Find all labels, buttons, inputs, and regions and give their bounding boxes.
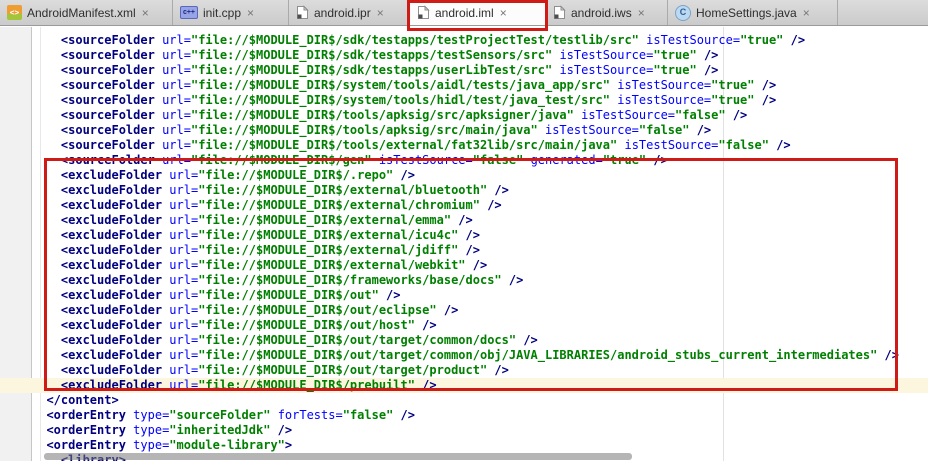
code-line[interactable]: <excludeFolder url="file://$MODULE_DIR$/… [0, 303, 928, 318]
code-line[interactable]: <sourceFolder url="file://$MODULE_DIR$/s… [0, 78, 928, 93]
tab-init-cpp[interactable]: c++ init.cpp × [173, 0, 289, 25]
code-line[interactable]: <sourceFolder url="file://$MODULE_DIR$/s… [0, 63, 928, 78]
tab-label: HomeSettings.java [696, 6, 797, 20]
tab-close-icon[interactable]: × [377, 7, 384, 19]
idea-file-icon [417, 5, 430, 20]
tab-close-icon[interactable]: × [142, 7, 149, 19]
code-line[interactable]: </content> [0, 393, 928, 408]
code-line[interactable]: <orderEntry type="inheritedJdk" /> [0, 423, 928, 438]
code-line[interactable]: <orderEntry type="module-library"> [0, 438, 928, 453]
code-line[interactable]: <sourceFolder url="file://$MODULE_DIR$/s… [0, 33, 928, 48]
editor-pane[interactable]: <sourceFolder url="file://$MODULE_DIR$/s… [0, 27, 928, 461]
android-manifest-icon: <> [7, 5, 22, 20]
code-line[interactable]: <excludeFolder url="file://$MODULE_DIR$/… [0, 243, 928, 258]
horizontal-scrollbar[interactable] [44, 453, 632, 460]
tab-close-icon[interactable]: × [638, 7, 645, 19]
code-line[interactable]: <excludeFolder url="file://$MODULE_DIR$/… [0, 258, 928, 273]
code-line[interactable]: <excludeFolder url="file://$MODULE_DIR$/… [0, 228, 928, 243]
tab-android-iml[interactable]: android.iml × [410, 0, 546, 25]
code-line[interactable]: <sourceFolder url="file://$MODULE_DIR$/s… [0, 93, 928, 108]
code-line[interactable]: <excludeFolder url="file://$MODULE_DIR$/… [0, 273, 928, 288]
tab-android-ipr[interactable]: android.ipr × [289, 0, 410, 25]
code-area[interactable]: <sourceFolder url="file://$MODULE_DIR$/s… [0, 27, 928, 461]
code-line[interactable]: <sourceFolder url="file://$MODULE_DIR$/s… [0, 48, 928, 63]
tab-label: android.ipr [314, 6, 371, 20]
code-line[interactable]: <sourceFolder url="file://$MODULE_DIR$/t… [0, 138, 928, 153]
code-line[interactable]: <excludeFolder url="file://$MODULE_DIR$/… [0, 363, 928, 378]
code-line[interactable]: <sourceFolder url="file://$MODULE_DIR$/t… [0, 108, 928, 123]
tab-androidmanifest-xml[interactable]: <> AndroidManifest.xml × [0, 0, 173, 25]
tab-close-icon[interactable]: × [247, 7, 254, 19]
editor-tab-bar: <>AndroidManifest.xml×c++init.cpp×androi… [0, 0, 928, 26]
code-line[interactable]: <orderEntry type="sourceFolder" forTests… [0, 408, 928, 423]
code-line[interactable]: <excludeFolder url="file://$MODULE_DIR$/… [0, 213, 928, 228]
ide-window: <>AndroidManifest.xml×c++init.cpp×androi… [0, 0, 928, 461]
code-line[interactable]: <sourceFolder url="file://$MODULE_DIR$/t… [0, 123, 928, 138]
code-line[interactable]: <sourceFolder url="file://$MODULE_DIR$/g… [0, 153, 928, 168]
tab-close-icon[interactable]: × [803, 7, 810, 19]
code-line[interactable]: <excludeFolder url="file://$MODULE_DIR$/… [0, 183, 928, 198]
idea-file-icon [553, 5, 566, 20]
code-line[interactable]: <excludeFolder url="file://$MODULE_DIR$/… [0, 168, 928, 183]
code-line[interactable]: <excludeFolder url="file://$MODULE_DIR$/… [0, 318, 928, 333]
code-line[interactable]: <excludeFolder url="file://$MODULE_DIR$/… [0, 348, 928, 363]
tab-homesettings-java[interactable]: C HomeSettings.java × [668, 0, 838, 25]
code-line[interactable]: <excludeFolder url="file://$MODULE_DIR$/… [0, 288, 928, 303]
tab-label: AndroidManifest.xml [27, 6, 136, 20]
idea-file-icon [296, 5, 309, 20]
tab-label: android.iml [435, 6, 494, 20]
java-class-icon: C [675, 5, 691, 21]
tab-android-iws[interactable]: android.iws × [546, 0, 668, 25]
tab-close-icon[interactable]: × [500, 7, 507, 19]
tab-label: android.iws [571, 6, 632, 20]
code-line[interactable]: <excludeFolder url="file://$MODULE_DIR$/… [0, 333, 928, 348]
code-line[interactable]: <excludeFolder url="file://$MODULE_DIR$/… [0, 198, 928, 213]
code-line-current[interactable]: <excludeFolder url="file://$MODULE_DIR$/… [0, 378, 928, 393]
cpp-file-icon: c++ [180, 6, 198, 19]
tab-label: init.cpp [203, 6, 241, 20]
